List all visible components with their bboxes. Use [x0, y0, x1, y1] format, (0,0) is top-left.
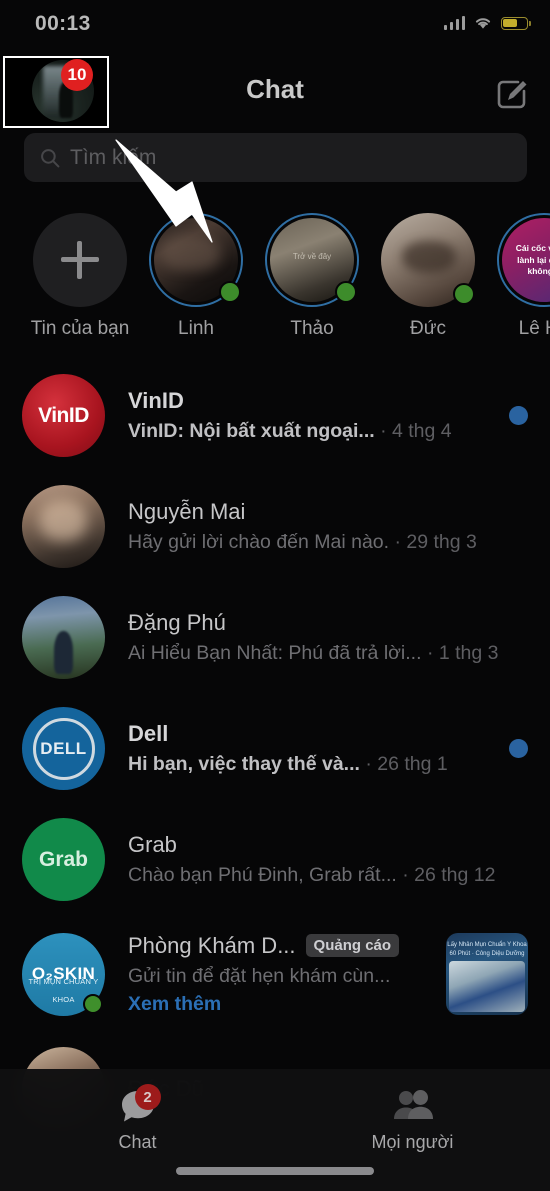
avatar: Grab — [22, 818, 105, 901]
chat-name: Grab — [128, 832, 177, 857]
search-placeholder: Tìm kiếm — [70, 145, 157, 169]
chat-preview: Ai Hiểu Bạn Nhất: Phú đã trả lời... · 1 … — [128, 642, 528, 665]
tab-label: Chat — [118, 1132, 157, 1152]
search-icon — [41, 148, 60, 167]
story-caption: Cái cốc vỡ rồi lành lại được không ? — [515, 243, 550, 277]
chat-preview: VinID: Nội bất xuất ngoại... · 4 thg 4 — [128, 420, 495, 443]
chat-timestamp: · 4 thg 4 — [380, 420, 452, 442]
chat-list-item[interactable]: Đặng Phú Ai Hiểu Bạn Nhất: Phú đã trả lờ… — [0, 582, 550, 693]
chat-list-item[interactable]: VinID VinID VinID: Nội bất xuất ngoại...… — [0, 360, 550, 471]
online-dot — [335, 281, 357, 303]
chat-name: Phòng Khám D... Quảng cáo — [128, 933, 432, 959]
chat-timestamp: · 26 thg 12 — [402, 864, 496, 886]
chat-name: Đặng Phú — [128, 610, 226, 635]
status-badge: Quảng cáo — [305, 934, 400, 957]
chat-name: Dell — [128, 721, 169, 746]
cellular-bars-icon — [443, 16, 465, 30]
home-indicator — [176, 1167, 374, 1175]
status-bar-time: 00:13 — [35, 12, 91, 35]
online-dot — [219, 281, 241, 303]
avatar-label: Grab — [38, 847, 88, 871]
chat-list-item[interactable]: DELL Dell Hi bạn, việc thay thế và... · … — [0, 693, 550, 804]
chat-list-item-sponsored[interactable]: O₂SKIN TRỊ MỤN CHUẨN Y KHOA Phòng Khám D… — [0, 915, 550, 1033]
story-label: Linh — [178, 318, 214, 339]
add-story-button[interactable] — [33, 213, 127, 307]
chat-name: Nguyễn Mai — [128, 499, 246, 524]
chat-name-text: Phòng Khám D... — [128, 932, 296, 958]
chat-timestamp: · 29 thg 3 — [394, 531, 477, 553]
story-ring — [149, 213, 243, 307]
story-label: Thảo — [290, 318, 334, 339]
unread-dot — [509, 406, 528, 425]
chat-list[interactable]: VinID VinID VinID: Nội bất xuất ngoại...… — [0, 360, 550, 1191]
people-icon — [391, 1086, 435, 1126]
story-item[interactable]: Cái cốc vỡ rồi lành lại được không ? Lê … — [486, 205, 550, 350]
chat-bubble-icon: 2 — [116, 1084, 161, 1126]
chat-preview: Gửi tin để đặt hẹn khám cùn... — [128, 964, 391, 987]
story-ring — [381, 213, 475, 307]
chat-timestamp: · 26 thg 1 — [365, 753, 448, 775]
story-ring — [265, 213, 359, 307]
story-item[interactable]: Thảo — [254, 205, 370, 350]
avatar: VinID — [22, 374, 105, 457]
story-item[interactable]: Đức — [370, 205, 486, 350]
avatar-label: DELL — [40, 738, 87, 758]
status-bar-indicators — [443, 16, 531, 30]
ad-thumbnail[interactable]: Lấy Nhân Mụn Chuẩn Y Khoa 60 Phút · Công… — [446, 933, 528, 1015]
chat-preview-text: Chào bạn Phú Đinh, Grab rất... — [128, 864, 397, 886]
online-dot — [453, 283, 475, 305]
tab-label: Mọi người — [371, 1132, 454, 1152]
wifi-icon — [474, 16, 492, 30]
search-input[interactable]: Tìm kiếm — [24, 133, 527, 182]
see-more-link[interactable]: Xem thêm — [128, 993, 432, 1016]
story-item[interactable]: Linh — [138, 205, 254, 350]
avatar-label: VinID — [38, 403, 89, 427]
bottom-tab-bar: 2 Chat Mọi người — [0, 1069, 550, 1191]
story-ring: Cái cốc vỡ rồi lành lại được không ? — [497, 213, 550, 307]
status-bar: 00:13 — [0, 0, 550, 50]
tab-badge: 2 — [134, 1084, 161, 1110]
chat-list-item[interactable]: Grab Grab Chào bạn Phú Đinh, Grab rất...… — [0, 804, 550, 915]
chat-preview: Chào bạn Phú Đinh, Grab rất... · 26 thg … — [128, 864, 528, 887]
chat-preview-text: Hãy gửi lời chào đến Mai nào. — [128, 531, 390, 553]
story-label: Đức — [410, 318, 446, 339]
avatar — [22, 485, 105, 568]
avatar: O₂SKIN TRỊ MỤN CHUẨN Y KHOA — [22, 932, 105, 1016]
chat-preview-text: Ai Hiểu Bạn Nhất: Phú đã trả lời... — [128, 642, 422, 664]
tutorial-highlight-box: 10 — [3, 56, 109, 128]
avatar: DELL — [22, 707, 105, 790]
avatar — [22, 596, 105, 679]
story-label: Tin của bạn — [30, 318, 130, 339]
stories-row[interactable]: Tin của bạn Linh Thảo Đức — [0, 205, 550, 350]
chat-preview: Hãy gửi lời chào đến Mai nào. · 29 thg 3 — [128, 531, 528, 554]
online-dot — [83, 993, 103, 1014]
plus-icon — [61, 241, 99, 279]
chat-preview-text: VinID: Nội bất xuất ngoại... — [128, 420, 375, 442]
story-label: Lê Hu — [518, 318, 550, 339]
chat-preview-text: Hi bạn, việc thay thế và... — [128, 753, 360, 775]
ad-thumbnail-caption: Lấy Nhân Mụn Chuẩn Y Khoa 60 Phút · Công… — [447, 942, 527, 957]
chat-name: VinID — [128, 388, 184, 413]
story-add-yours[interactable]: Tin của bạn — [22, 205, 138, 350]
chat-list-item[interactable]: Nguyễn Mai Hãy gửi lời chào đến Mai nào.… — [0, 471, 550, 582]
battery-icon — [501, 16, 531, 30]
compose-icon[interactable] — [494, 76, 530, 112]
story-thumbnail: Cái cốc vỡ rồi lành lại được không ? — [502, 218, 550, 302]
phone-screen: 00:13 10 Chat — [0, 0, 550, 1191]
chat-timestamp: · 1 thg 3 — [426, 642, 499, 664]
unread-dot — [509, 739, 528, 758]
chat-preview: Hi bạn, việc thay thế và... · 26 thg 1 — [128, 753, 495, 776]
profile-badge: 10 — [61, 59, 93, 91]
